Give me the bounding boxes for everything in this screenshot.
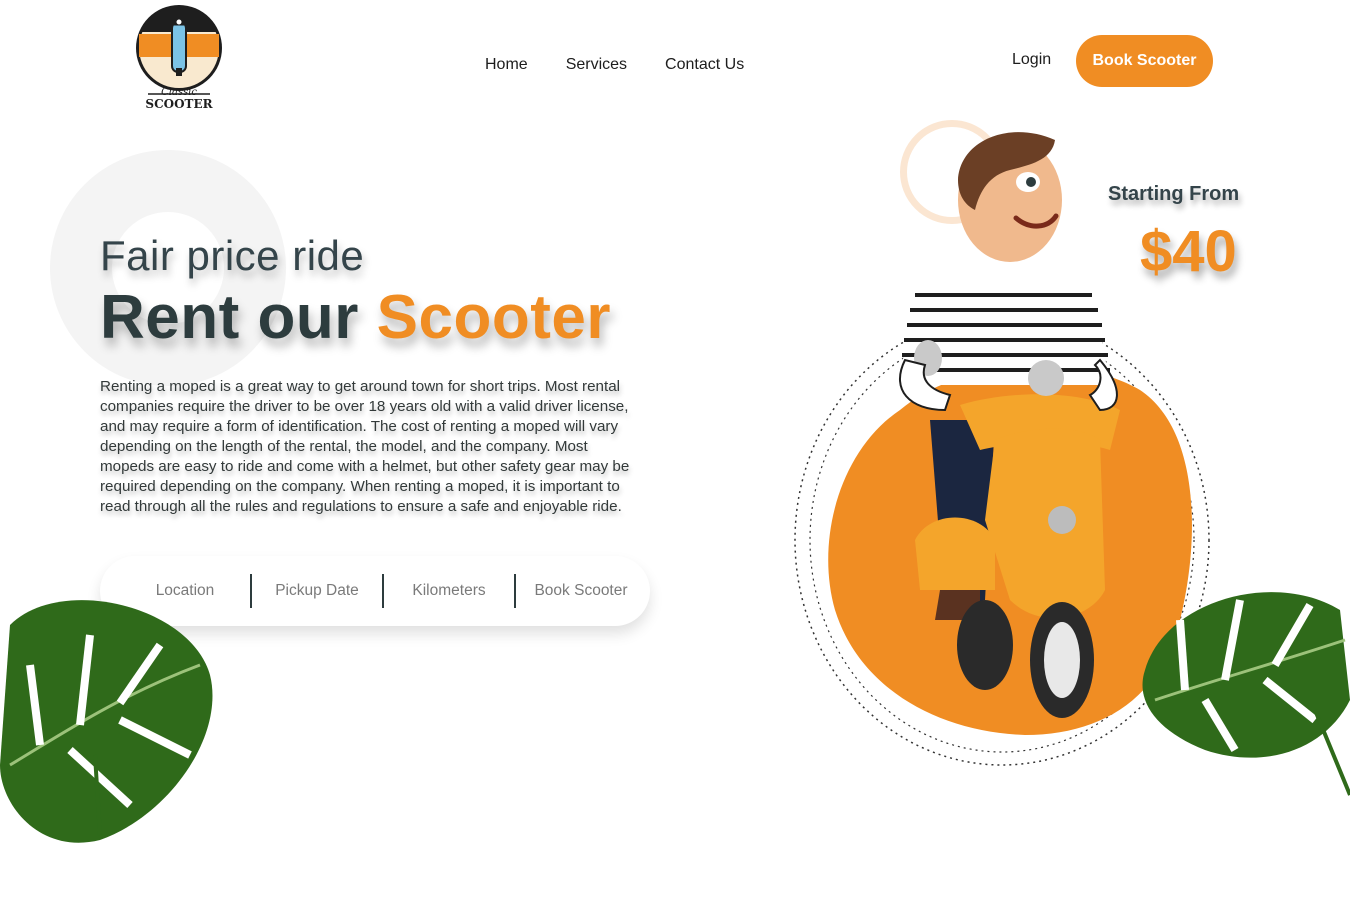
book-scooter-button[interactable]: Book Scooter <box>1076 35 1213 87</box>
nav-home[interactable]: Home <box>485 56 528 74</box>
logo-line2: SCOOTER <box>145 97 213 111</box>
logo-scooter-icon: Classic SCOOTER <box>136 5 222 111</box>
login-link[interactable]: Login <box>1012 51 1051 69</box>
hero-title-accent: Scooter <box>376 283 611 352</box>
hero-subtitle: Fair price ride <box>100 232 365 279</box>
hero-title: Rent our Scooter <box>100 282 611 353</box>
monstera-leaf-icon <box>1142 592 1350 796</box>
pickup-date-field[interactable]: Pickup Date <box>252 573 382 609</box>
nav-services[interactable]: Services <box>566 56 627 74</box>
monstera-leaf-icon <box>0 600 213 843</box>
brand-logo[interactable]: Classic SCOOTER <box>134 2 224 114</box>
nav-contact-us[interactable]: Contact Us <box>665 56 744 74</box>
search-book-scooter-button[interactable]: Book Scooter <box>516 573 646 609</box>
hero-description: Renting a moped is a great way to get ar… <box>100 378 630 515</box>
main-nav: Home Services Contact Us <box>485 56 744 74</box>
hero-title-main: Rent our <box>100 283 359 352</box>
kilometers-field[interactable]: Kilometers <box>384 573 514 609</box>
